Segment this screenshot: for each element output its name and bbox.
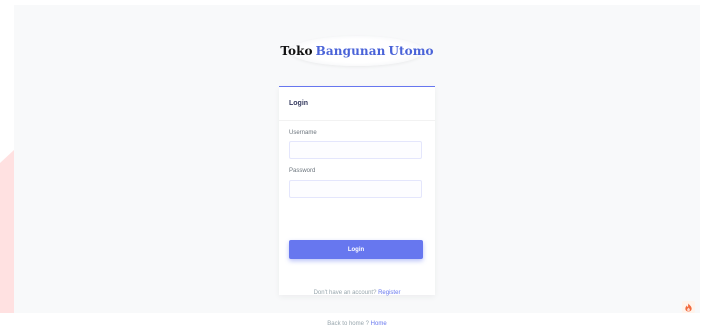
- register-prompt-text: Don't have an account?: [313, 290, 377, 296]
- card-title: Login: [289, 100, 309, 107]
- password-input[interactable]: [289, 180, 422, 198]
- site-logo: Toko Bangunan Utomo: [280, 36, 434, 66]
- card-header: Login: [279, 87, 435, 121]
- login-button[interactable]: Login: [289, 240, 423, 259]
- home-prompt: Back to home ? Home: [279, 321, 435, 327]
- home-link[interactable]: Home: [371, 321, 387, 327]
- logo-word-utomo: Utomo: [388, 44, 434, 58]
- flame-icon[interactable]: [682, 301, 695, 313]
- username-input[interactable]: [289, 141, 422, 159]
- login-card: Login Username Password Login Don't have…: [279, 86, 435, 327]
- password-label: Password: [289, 168, 316, 174]
- register-prompt: Don't have an account? Register: [279, 290, 435, 296]
- decorative-shape: [0, 150, 14, 313]
- logo-word-toko: Toko: [280, 44, 313, 58]
- register-link[interactable]: Register: [378, 290, 400, 296]
- home-prompt-text: Back to home ?: [327, 321, 369, 327]
- logo-word-bangunan: Bangunan: [315, 44, 386, 58]
- username-label: Username: [289, 130, 317, 136]
